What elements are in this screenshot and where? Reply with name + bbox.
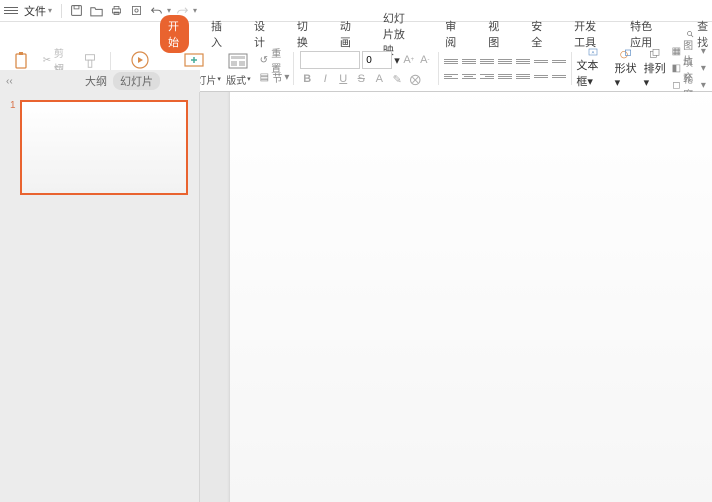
distribute-button[interactable] — [516, 70, 530, 82]
bullets-button[interactable] — [444, 55, 458, 67]
textbox-icon: A — [583, 48, 603, 57]
text-direction-button[interactable] — [534, 55, 548, 67]
layout-icon — [226, 51, 250, 71]
fill-icon: ◧ — [672, 63, 681, 75]
indent-inc-button[interactable] — [498, 55, 512, 67]
columns-button[interactable] — [534, 70, 548, 82]
clear-format-button[interactable]: ⨂ — [408, 72, 422, 86]
reset-button[interactable]: ↺重置 — [258, 52, 289, 68]
section-icon: ▤ — [258, 71, 270, 83]
slide-extras: ↺重置 ▤节▾ — [256, 48, 291, 89]
print-preview-icon[interactable] — [127, 3, 145, 19]
play-icon — [128, 51, 152, 71]
slide-canvas[interactable] — [230, 92, 712, 502]
arrange-button[interactable]: 排列▾ — [641, 48, 670, 89]
underline-button[interactable]: U — [336, 72, 350, 86]
canvas-area[interactable] — [200, 92, 712, 502]
open-icon[interactable] — [87, 3, 105, 19]
chevron-down-icon: ▾ — [284, 72, 289, 83]
shape-icon — [616, 48, 636, 60]
undo-dropdown-icon[interactable]: ▾ — [167, 6, 171, 15]
redo-dropdown-icon[interactable]: ▾ — [193, 6, 197, 15]
indent-dec-button[interactable] — [480, 55, 494, 67]
paragraph-group — [441, 48, 569, 89]
bold-button[interactable]: B — [300, 72, 314, 86]
layout-label: 版式 — [226, 72, 246, 87]
chevron-down-icon: ▾ — [48, 6, 52, 15]
align-text-button[interactable] — [552, 55, 566, 67]
align-center-button[interactable] — [462, 70, 476, 82]
chevron-down-icon: ▾ — [615, 77, 621, 89]
layout-button[interactable]: 版式▾ — [220, 48, 256, 89]
justify-button[interactable] — [498, 70, 512, 82]
paste-icon — [10, 51, 34, 71]
svg-text:A: A — [591, 50, 594, 55]
font-color-button[interactable]: A — [372, 72, 386, 86]
numbering-button[interactable] — [462, 55, 476, 67]
separator — [571, 52, 572, 85]
chevron-down-icon: ▾ — [247, 75, 251, 83]
format-painter-icon — [78, 51, 102, 71]
chevron-down-icon: ▾ — [587, 76, 593, 88]
font-size-dropdown-icon[interactable]: ▾ — [394, 54, 400, 67]
file-label: 文件 — [24, 3, 46, 19]
reset-icon: ↺ — [258, 54, 269, 66]
line-spacing-button[interactable] — [516, 55, 530, 67]
decrease-font-icon[interactable]: A- — [418, 53, 432, 67]
italic-button[interactable]: I — [318, 72, 332, 86]
hamburger-icon[interactable] — [4, 7, 18, 14]
section-button[interactable]: ▤节▾ — [258, 69, 289, 85]
main-area: 1 — [0, 92, 712, 502]
pane-tabs: ‹‹ 大纲 幻灯片 — [0, 70, 200, 92]
chevron-down-icon: ▾ — [644, 77, 650, 89]
drawing-extras: ▦图片▾ ◧填充▾ ◻轮廓▾ — [670, 48, 708, 89]
cut-icon: ✂ — [42, 54, 52, 66]
convert-smartart-button[interactable] — [552, 70, 566, 82]
slide-panel: 1 — [0, 92, 200, 502]
font-group: ▾ A+ A- B I U S A ✎ ⨂ — [296, 48, 436, 89]
slide-thumbnail-1[interactable] — [20, 100, 188, 195]
strike-button[interactable]: S — [354, 72, 368, 86]
pane-collapse-icon[interactable]: ‹‹ — [6, 76, 13, 87]
separator — [293, 52, 294, 85]
outline-icon: ◻ — [672, 80, 681, 92]
arrange-icon — [645, 48, 665, 60]
file-menu-button[interactable]: 文件 ▾ — [20, 1, 56, 21]
increase-font-icon[interactable]: A+ — [402, 53, 416, 67]
save-icon[interactable] — [67, 3, 85, 19]
new-slide-icon — [182, 51, 206, 71]
shape-button[interactable]: 形状▾ — [612, 48, 641, 89]
font-name-input[interactable] — [300, 51, 360, 69]
undo-button[interactable] — [147, 3, 165, 19]
outline-toggle-bar — [0, 22, 160, 46]
font-size-input[interactable] — [362, 51, 392, 69]
slide-thumbnail-row: 1 — [10, 100, 189, 195]
print-icon[interactable] — [107, 3, 125, 19]
highlight-button[interactable]: ✎ — [390, 72, 404, 86]
align-left-button[interactable] — [444, 70, 458, 82]
slide-number: 1 — [10, 100, 16, 195]
separator — [438, 52, 439, 85]
outline-tab[interactable]: 大纲 — [85, 73, 107, 89]
separator — [61, 4, 62, 18]
picture-icon: ▦ — [672, 46, 681, 58]
textbox-button[interactable]: A 文本框▾ — [573, 48, 611, 89]
slides-tab[interactable]: 幻灯片 — [113, 72, 160, 90]
align-right-button[interactable] — [480, 70, 494, 82]
